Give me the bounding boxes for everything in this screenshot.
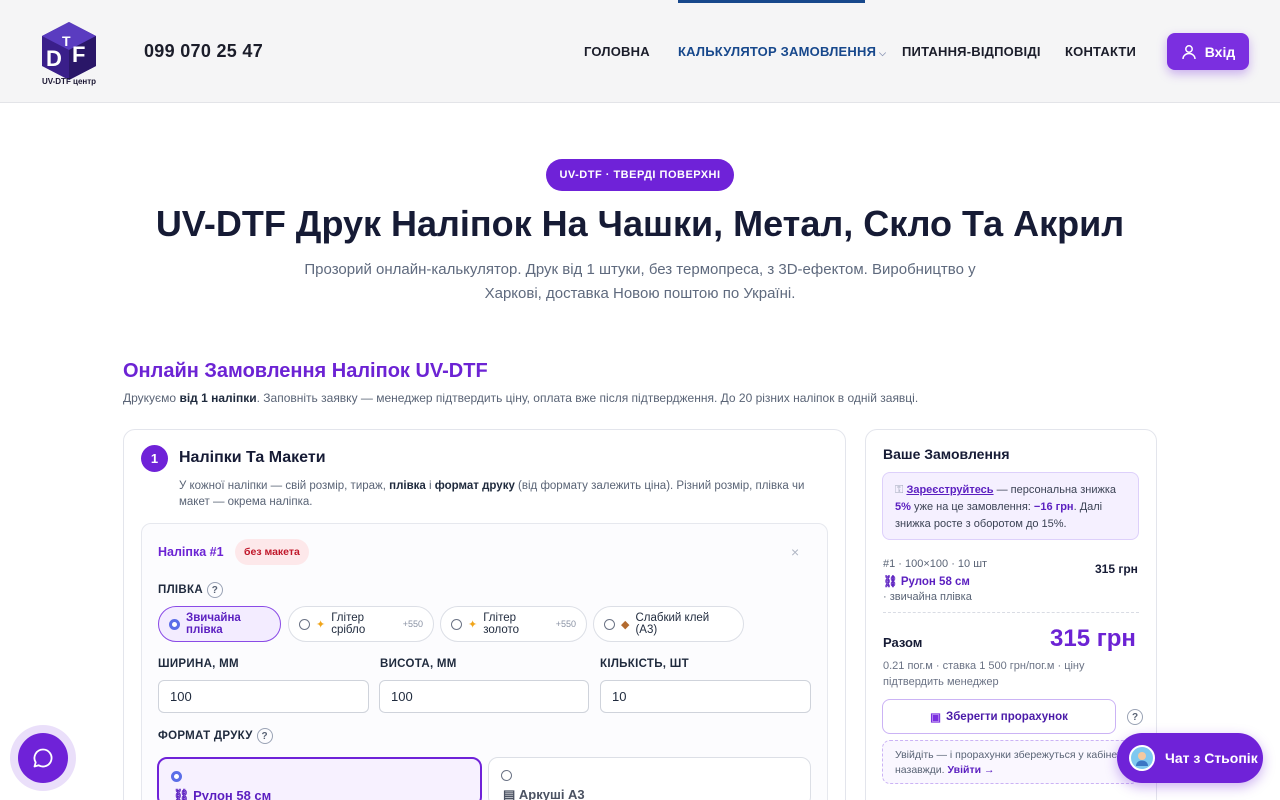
document-icon: ▤ <box>503 787 516 800</box>
assistant-avatar-icon <box>1136 752 1148 766</box>
phone-number[interactable]: 099 070 25 47 <box>144 41 263 62</box>
save-estimate-button[interactable]: ▣ Зберегти прорахунок <box>882 699 1116 734</box>
link-icon: ⛓ <box>173 788 190 800</box>
remove-sticker-icon[interactable]: × <box>791 544 799 560</box>
help-icon[interactable]: ? <box>206 582 223 598</box>
step-description: У кожної наліпки — свій розмір, тираж, п… <box>179 480 805 508</box>
section-subtitle: Друкуємо від 1 наліпки. Заповніть заявку… <box>123 391 919 405</box>
film-label: ПЛІВКА? <box>158 582 223 598</box>
key-icon: ⚿ <box>895 484 904 496</box>
chat-fab-button[interactable] <box>18 733 68 783</box>
page-title: UV-DTF Друк Наліпок На Чашки, Метал, Скл… <box>155 203 1125 244</box>
no-layout-badge: без макета <box>235 539 309 565</box>
sparkle-icon: ✦ <box>468 618 478 631</box>
svg-text:T: T <box>62 33 71 49</box>
promo-box: ⚿ Зареєструйтесь — персональна знижка 5%… <box>882 472 1139 540</box>
order-title: Ваше Замовлення <box>883 446 1010 462</box>
quantity-label: КІЛЬКІСТЬ, ШТ <box>600 658 689 670</box>
width-input[interactable]: 100 <box>158 680 369 713</box>
format-option-roll[interactable]: ⛓ Рулон 58 см <box>157 757 482 800</box>
help-icon[interactable]: ? <box>1127 709 1143 725</box>
register-link[interactable]: Зареєструйтесь <box>906 484 993 496</box>
nav-active-indicator <box>678 0 865 3</box>
nav-item-calculator[interactable]: КАЛЬКУЛЯТОР ЗАМОВЛЕННЯ ⌵ <box>678 44 886 59</box>
step-number: 1 <box>141 445 168 472</box>
svg-text:D: D <box>46 46 62 71</box>
login-label: Вхід <box>1204 43 1236 60</box>
category-pill: UV-DTF · ТВЕРДІ ПОВЕРХНІ <box>546 159 734 191</box>
help-icon[interactable]: ? <box>256 728 273 744</box>
radio-icon <box>171 771 182 782</box>
order-item-price: 315 грн <box>1095 562 1138 576</box>
chevron-down-icon: ⌵ <box>879 48 887 58</box>
section-title: Онлайн Замовлення Наліпок UV-DTF <box>123 360 488 382</box>
page-subtitle: Прозорий онлайн-калькулятор. Друк від 1 … <box>304 261 976 302</box>
format-option-sheets[interactable]: ▤ Аркуші А3 <box>488 757 811 800</box>
login-button[interactable]: Вхід <box>1167 33 1249 70</box>
chat-assistant-button[interactable]: Чат з Стьопік <box>1117 733 1263 783</box>
nav-item-home[interactable]: ГОЛОВНА <box>584 44 650 59</box>
radio-icon <box>501 770 512 781</box>
width-label: ШИРИНА, ММ <box>158 658 239 670</box>
step-title: Наліпки Та Макети <box>179 449 326 466</box>
box-icon: ◆ <box>621 618 630 631</box>
login-hint: Увійдіть — і прорахунки збережуться у ка… <box>882 740 1139 784</box>
chat-label: Чат з Стьопік <box>1165 750 1258 766</box>
order-item-format: ⛓ Рулон 58 см <box>883 576 970 588</box>
sparkle-icon: ✦ <box>316 618 326 631</box>
svg-text:F: F <box>72 42 85 67</box>
total-label: Разом <box>883 635 923 650</box>
chat-bubble-icon <box>33 748 53 768</box>
total-note: 0.21 пог.м · ставка 1 500 грн/пог.м · ці… <box>883 660 1085 688</box>
film-option-glitter-gold[interactable]: ✦ Глітер золото +550 <box>440 606 587 642</box>
user-icon <box>1182 44 1196 59</box>
height-input[interactable]: 100 <box>379 680 589 713</box>
nav-item-faq[interactable]: ПИТАННЯ-ВІДПОВІДІ <box>902 44 1041 59</box>
order-item-details: #1 · 100×100 · 10 шт <box>883 558 988 570</box>
site-header: D F T UV-DTF центр 099 070 25 47 ГОЛОВНА… <box>0 0 1280 103</box>
logo-text: UV-DTF центр <box>41 77 97 86</box>
radio-icon <box>604 618 615 630</box>
radio-icon <box>451 618 462 630</box>
nav-item-contacts[interactable]: КОНТАКТИ <box>1065 44 1136 59</box>
avatar <box>1129 745 1155 771</box>
link-icon: ⛓ <box>883 576 898 588</box>
order-item-film: · звичайна плівка <box>883 591 972 603</box>
radio-icon <box>169 618 180 630</box>
film-option-regular[interactable]: Звичайна плівка <box>158 606 281 642</box>
height-label: ВИСОТА, ММ <box>380 658 457 670</box>
radio-icon <box>299 618 310 630</box>
sticker-label: Наліпка #1 <box>158 545 224 559</box>
format-label: ФОРМАТ ДРУКУ? <box>158 728 273 744</box>
film-option-weak-glue[interactable]: ◆ Слабкий клей (А3) <box>593 606 744 642</box>
film-option-glitter-silver[interactable]: ✦ Глітер срібло +550 <box>288 606 434 642</box>
total-value: 315 грн <box>1050 625 1136 652</box>
quantity-input[interactable]: 10 <box>600 680 811 713</box>
login-link[interactable]: Увійти → <box>948 764 995 776</box>
divider <box>883 612 1139 613</box>
floppy-icon: ▣ <box>930 711 941 724</box>
